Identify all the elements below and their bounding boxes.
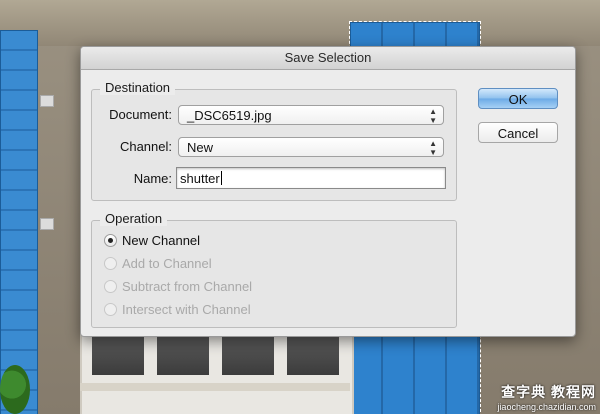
radio-add-to-channel: Add to Channel	[104, 255, 212, 273]
select-arrows-icon: ▲ ▼	[429, 139, 437, 157]
window-sill	[80, 383, 350, 391]
plant-leaves	[0, 365, 30, 414]
radio-selected-icon	[104, 234, 117, 247]
document-select[interactable]: _DSC6519.jpg ▲ ▼	[178, 105, 444, 125]
select-arrows-icon: ▲ ▼	[429, 107, 437, 125]
hinge	[40, 95, 54, 107]
radio-label: New Channel	[122, 233, 201, 248]
destination-group: Destination Document: _DSC6519.jpg ▲ ▼ Ch…	[91, 80, 457, 201]
window-pane	[157, 335, 209, 375]
window-frame	[80, 325, 354, 414]
cancel-button[interactable]: Cancel	[478, 122, 558, 143]
watermark-sub: jiaocheng.chazidian.com	[497, 402, 596, 412]
document-label: Document:	[109, 107, 172, 122]
radio-disabled-icon	[104, 280, 117, 293]
radio-label: Intersect with Channel	[122, 302, 251, 317]
document-select-value: _DSC6519.jpg	[187, 108, 272, 123]
radio-new-channel[interactable]: New Channel	[104, 232, 200, 250]
operation-title: Operation	[100, 211, 168, 226]
save-selection-dialog: Save Selection Destination Document: _DS…	[80, 46, 576, 337]
channel-label: Channel:	[119, 139, 172, 154]
name-label: Name:	[133, 171, 172, 186]
window-pane	[92, 335, 144, 375]
window-pane	[222, 335, 274, 375]
watermark-main: 查字典 教程网	[501, 384, 596, 400]
channel-select-value: New	[187, 140, 214, 155]
text-caret	[220, 171, 222, 185]
radio-subtract-from-channel: Subtract from Channel	[104, 278, 252, 296]
dialog-title: Save Selection	[81, 47, 575, 70]
watermark: 查字典 教程网 jiaocheng.chazidian.com	[497, 382, 596, 412]
hinge	[40, 218, 54, 230]
ok-button[interactable]: OK	[478, 88, 558, 109]
destination-title: Destination	[100, 80, 176, 95]
name-input[interactable]: shutter	[176, 167, 446, 189]
channel-select[interactable]: New ▲ ▼	[178, 137, 444, 157]
radio-disabled-icon	[104, 257, 117, 270]
radio-disabled-icon	[104, 303, 117, 316]
radio-label: Subtract from Channel	[122, 279, 253, 294]
radio-label: Add to Channel	[122, 256, 212, 271]
operation-group: Operation New Channel Add to Channel Sub…	[91, 211, 457, 328]
name-input-value: shutter	[180, 171, 220, 186]
radio-intersect-with-channel: Intersect with Channel	[104, 301, 251, 319]
window-pane	[287, 335, 339, 375]
stone-wall	[0, 0, 600, 46]
left-blue-shutter	[0, 30, 38, 414]
